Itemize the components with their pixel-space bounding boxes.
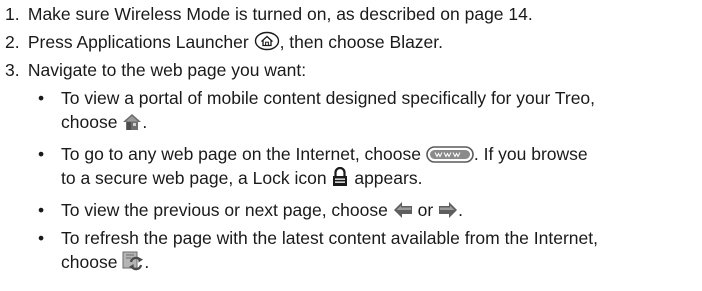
bullet-dot: • (38, 200, 45, 220)
home-icon (122, 113, 142, 131)
bullet-line: To refresh the page with the latest cont… (61, 228, 598, 248)
bullet-dot: • (38, 88, 45, 108)
forward-arrow-icon (438, 201, 458, 219)
instructions-page: 1. Make sure Wireless Mode is turned on,… (0, 0, 702, 291)
back-arrow-icon (393, 201, 413, 219)
bullet-text: choose (61, 252, 118, 272)
bullet-dot: • (38, 228, 45, 248)
step-number: 2. (5, 32, 20, 52)
bullet-text: appears. (354, 168, 423, 188)
step-text: Make sure Wireless Mode is turned on, as… (27, 4, 533, 24)
bullet-text: or (417, 200, 434, 220)
bullet-dot: • (38, 144, 45, 164)
applications-launcher-icon (254, 31, 280, 51)
bullet-line: To view a portal of mobile content desig… (61, 88, 596, 108)
bullet-text: . (458, 200, 463, 220)
step-number: 3. (5, 60, 20, 80)
bullet-text: To view the previous or next page, choos… (61, 200, 388, 220)
bullet-text: to a secure web page, a Lock icon (61, 168, 327, 188)
step-3: 3. Navigate to the web page you want: (5, 58, 306, 82)
step-2: 2. Press Applications Launcher , then ch… (5, 30, 443, 54)
bullet-text: choose (61, 112, 118, 132)
refresh-icon (122, 251, 144, 271)
lock-icon (331, 167, 349, 187)
step-text-after: , then choose Blazer. (279, 32, 444, 52)
bullet-text: To go to any web page on the Internet, c… (61, 144, 421, 164)
step-text: Navigate to the web page you want: (27, 60, 307, 80)
bullet-text: . If you browse (473, 144, 588, 164)
step-text-before: Press Applications Launcher (27, 32, 249, 52)
bullet-text: . (144, 252, 150, 272)
step-1: 1. Make sure Wireless Mode is turned on,… (5, 2, 533, 26)
www-icon (426, 146, 474, 163)
step-number: 1. (5, 4, 20, 24)
bullet-text: . (142, 112, 148, 132)
